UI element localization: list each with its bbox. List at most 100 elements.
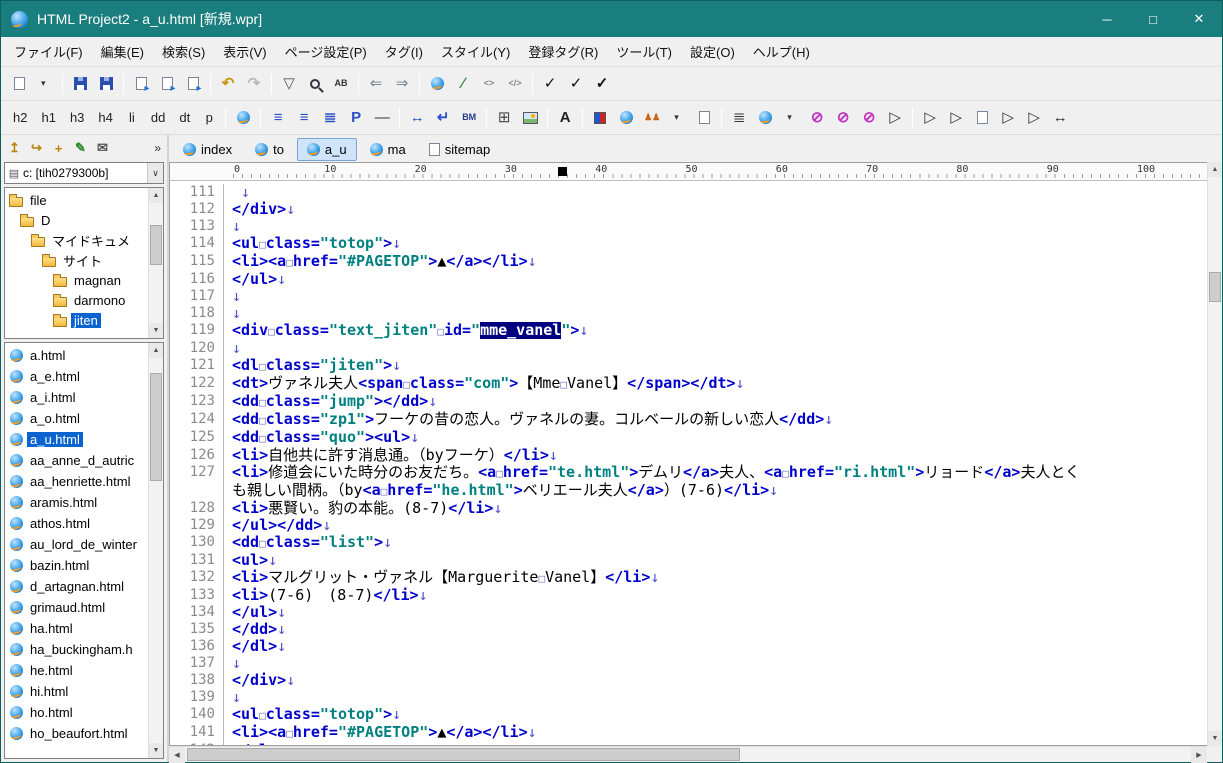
swap-arrows-button[interactable]: ↔: [1048, 106, 1072, 130]
tab-to[interactable]: to: [245, 138, 294, 161]
code-editor[interactable]: 111 ↓ 112 </div>↓ 113 ↓ 114 <ul□class="totop">…: [170, 181, 1207, 745]
new-document-button[interactable]: [7, 72, 31, 96]
scroll-down-icon[interactable]: ▼: [149, 323, 163, 338]
folder-up-button[interactable]: ↥: [4, 138, 25, 159]
code-line-114[interactable]: 114 <ul□class="totop">↓: [170, 235, 1207, 253]
run-next-5-button[interactable]: ▷: [1022, 106, 1046, 130]
tag-h3-button[interactable]: h3: [64, 106, 90, 130]
tag-p-button[interactable]: p: [198, 106, 220, 130]
tag-li-button[interactable]: li: [121, 106, 143, 130]
tab-sitemap[interactable]: sitemap: [419, 138, 501, 161]
tag-h4-button[interactable]: h4: [92, 106, 118, 130]
tree-item-file[interactable]: file: [5, 190, 148, 210]
accesskey-button[interactable]: ♟♟: [640, 106, 664, 130]
bookmark-tag-button[interactable]: BM: [457, 106, 481, 130]
check-link-button[interactable]: ✓: [590, 72, 614, 96]
insert-image-button[interactable]: [518, 106, 542, 130]
file-item-a_u.html[interactable]: a_u.html: [5, 429, 148, 450]
tree-item-magnan[interactable]: magnan: [5, 270, 148, 290]
file-item-ha_buckingham.h[interactable]: ha_buckingham.h: [5, 639, 148, 660]
code-line-125[interactable]: 125 <dd□class="quo"><ul>↓: [170, 429, 1207, 447]
code-line-113[interactable]: 113 ↓: [170, 218, 1207, 235]
font-dialog-button[interactable]: A: [553, 106, 577, 130]
file-list-scrollbar[interactable]: ▲ ▼: [148, 343, 163, 758]
strip-tags-3-button[interactable]: ⊘: [857, 106, 881, 130]
folder-tree-scrollbar[interactable]: ▲ ▼: [148, 188, 163, 338]
code-line-138[interactable]: 138 </div>↓: [170, 672, 1207, 689]
code-line-120[interactable]: 120 ↓: [170, 340, 1207, 357]
menu-item-file[interactable]: ファイル(F): [5, 37, 92, 66]
blank-page-button[interactable]: [692, 106, 716, 130]
code-line-126[interactable]: 126 <li>自他共に許す消息通。（byフーケ）</li>↓: [170, 447, 1207, 464]
code-line-128[interactable]: 128 <li>悪賢い。豹の本能。(8-7)</li>↓: [170, 500, 1207, 517]
color-palette-button[interactable]: [588, 106, 612, 130]
format-document-button[interactable]: ≣: [727, 106, 751, 130]
tree-item-マイドキュメ[interactable]: マイドキュメ: [5, 230, 148, 250]
file-item-a_o.html[interactable]: a_o.html: [5, 408, 148, 429]
file-item-aa_henriette.html[interactable]: aa_henriette.html: [5, 471, 148, 492]
save-all-button[interactable]: [94, 72, 118, 96]
code-line-124[interactable]: 124 <dd□class="zp1">フーケの昔の恋人。ヴァネルの妻。コルベール…: [170, 411, 1207, 429]
strip-tags-2-button[interactable]: ⊘: [831, 106, 855, 130]
scroll-thumb[interactable]: [187, 748, 741, 761]
file-item-grimaud.html[interactable]: grimaud.html: [5, 597, 148, 618]
toolbar-overflow-button[interactable]: »: [151, 141, 164, 155]
list-ul-button[interactable]: ≣: [318, 106, 342, 130]
file-item-ho.html[interactable]: ho.html: [5, 702, 148, 723]
list-outdent-button[interactable]: ≡: [292, 106, 316, 130]
tag-h2-button[interactable]: h2: [7, 106, 33, 130]
code-line-131[interactable]: 131 <ul>↓: [170, 552, 1207, 569]
scroll-track[interactable]: [149, 203, 163, 323]
tag-paragraph-button[interactable]: P: [344, 106, 368, 130]
code-line-134[interactable]: 134 </ul>↓: [170, 604, 1207, 621]
file-edit-button[interactable]: ✎: [70, 138, 91, 159]
scroll-thumb[interactable]: [150, 373, 162, 482]
undo-button[interactable]: ↶: [216, 72, 240, 96]
insert-anchor-button[interactable]: [231, 106, 255, 130]
scroll-down-icon[interactable]: ▼: [1208, 731, 1222, 746]
table-editor-button[interactable]: ⊞: [492, 106, 516, 130]
code-line-129[interactable]: 129 </ul></dd>↓: [170, 517, 1207, 534]
folder-new-button[interactable]: +: [48, 138, 69, 159]
file-item-aramis.html[interactable]: aramis.html: [5, 492, 148, 513]
menu-item-style[interactable]: スタイル(Y): [432, 37, 519, 66]
maximize-button[interactable]: □: [1130, 1, 1176, 37]
file-item-he.html[interactable]: he.html: [5, 660, 148, 681]
accesskey-dropdown-button[interactable]: ▾: [666, 106, 690, 130]
folder-go-button[interactable]: ↪: [26, 138, 47, 159]
scroll-down-icon[interactable]: ▼: [149, 743, 163, 758]
tab-a_u[interactable]: a_u: [296, 137, 357, 161]
code-line-140[interactable]: 140 <ul□class="totop">↓: [170, 706, 1207, 724]
code-line-116[interactable]: 116 </ul>↓: [170, 271, 1207, 288]
minimize-button[interactable]: ─: [1084, 1, 1130, 37]
scroll-up-icon[interactable]: ▲: [1208, 162, 1222, 177]
grep-button[interactable]: AB: [329, 72, 353, 96]
code-line-136[interactable]: 136 </dl>↓: [170, 638, 1207, 655]
tag-dd-button[interactable]: dd: [145, 106, 171, 130]
code-line-130[interactable]: 130 <dd□class="list">↓: [170, 534, 1207, 552]
scroll-thumb[interactable]: [1209, 272, 1221, 302]
view-in-browser-1-button[interactable]: [129, 72, 153, 96]
code-line-122[interactable]: 122 <dt>ヴァネル夫人<span□class="com">【Mme□Vane…: [170, 375, 1207, 393]
site-open-button[interactable]: [753, 106, 777, 130]
drive-dropdown-arrow[interactable]: ∨: [147, 163, 163, 183]
file-item-a.html[interactable]: a.html: [5, 345, 148, 366]
code-line-141[interactable]: 141 <li><a□href="#PAGETOP">▲</a></li>↓: [170, 724, 1207, 742]
view-in-browser-2-button[interactable]: [155, 72, 179, 96]
code-line-139[interactable]: 139 ↓: [170, 689, 1207, 706]
menu-item-search[interactable]: 検索(S): [153, 37, 214, 66]
tree-item-サイト[interactable]: サイト: [5, 250, 148, 270]
file-item-bazin.html[interactable]: bazin.html: [5, 555, 148, 576]
tag-h1-button[interactable]: h1: [35, 106, 61, 130]
strip-tags-1-button[interactable]: ⊘: [805, 106, 829, 130]
view-in-browser-3-button[interactable]: [181, 72, 205, 96]
preview-browser-button[interactable]: [425, 72, 449, 96]
back-button[interactable]: ⇐: [364, 72, 388, 96]
file-item-hi.html[interactable]: hi.html: [5, 681, 148, 702]
scroll-thumb[interactable]: [150, 224, 162, 266]
zoom-button[interactable]: [303, 72, 327, 96]
menu-item-register-tag[interactable]: 登録タグ(R): [519, 37, 607, 66]
redo-button[interactable]: ↷: [242, 72, 266, 96]
scroll-up-icon[interactable]: ▲: [149, 343, 163, 358]
tree-item-jiten[interactable]: jiten: [5, 310, 148, 330]
